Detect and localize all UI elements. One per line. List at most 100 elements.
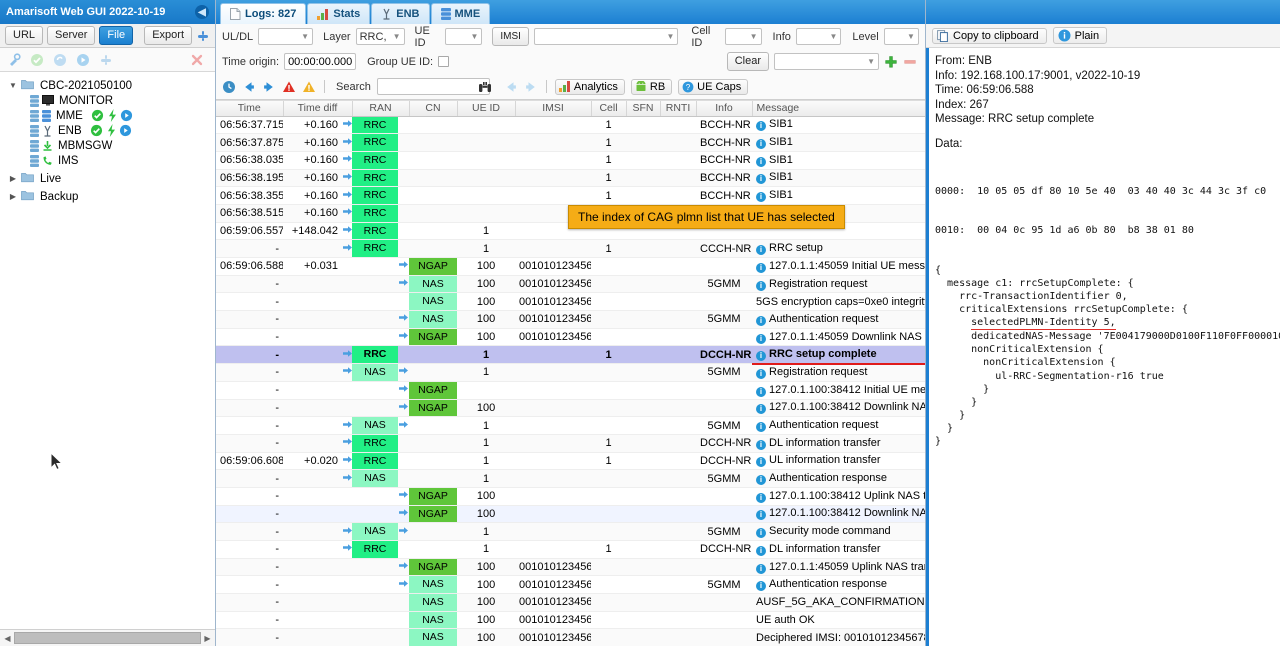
scroll-right-arrow-icon[interactable]: ▶ [201, 632, 214, 645]
table-row[interactable]: - NAS100001010123456789 5GMMiAuthenticatio… [216, 575, 925, 595]
tab-enb[interactable]: ENB [371, 3, 430, 24]
table-row[interactable]: - RRC 1 1 DCCH-NR i DL information transfer [216, 540, 925, 559]
scrollbar-thumb[interactable] [14, 632, 201, 644]
check-circle-icon[interactable] [30, 53, 44, 67]
table-row[interactable]: - NAS100001010123456789 AUSF_5G_AKA_CONFIR… [216, 593, 925, 612]
table-row[interactable]: 06:56:38.355 +0.160 RRC 1 BCCH-NR i SIB1 [216, 186, 925, 205]
url-button[interactable]: URL [5, 26, 44, 45]
table-row[interactable]: 06:59:06.608 +0.020 RRC 1 1 DCCH-NR i UL inform… [216, 452, 925, 471]
search-prev-icon[interactable] [504, 80, 518, 94]
lightning-icon[interactable] [107, 123, 116, 138]
table-row[interactable]: - NAS 1 5GMM i Authentication request [216, 416, 925, 435]
play-circle-icon[interactable] [120, 109, 134, 123]
group-ueid-checkbox[interactable] [438, 56, 450, 67]
tab-logs[interactable]: Logs: 827 [220, 3, 307, 24]
col-time[interactable]: Time [216, 101, 284, 117]
minus-icon[interactable] [903, 55, 917, 69]
col-ran[interactable]: RAN [352, 101, 410, 117]
col-rnti[interactable]: RNTI [660, 101, 697, 117]
tree-item-mbmsgw[interactable]: MBMSGW [2, 138, 215, 153]
twisty-right-icon[interactable]: ▶ [8, 192, 18, 202]
table-row[interactable]: - NGAP100 i127.0.1.100:38412 Downlink NAS … [216, 399, 925, 418]
time-origin-input[interactable]: 00:00:00.000 [284, 53, 357, 70]
table-row[interactable]: - RRC 1 1 DCCH-NR i RRC setup complete [216, 345, 925, 365]
arrow-right-icon[interactable] [262, 80, 276, 94]
clear-button[interactable]: Clear [726, 52, 769, 71]
table-row[interactable]: - NGAP100 i127.0.1.100:38412 Uplink NAS tr… [216, 487, 925, 506]
plug-icon[interactable] [99, 53, 113, 67]
tree-item-backup[interactable]: ▶ Backup [2, 189, 215, 204]
tree-item-cbc[interactable]: ▼ CBC-2021050100 [2, 78, 215, 93]
refresh-icon[interactable] [53, 53, 67, 67]
table-row[interactable]: - NAS 1 5GMM i Registration request [216, 363, 925, 382]
table-row[interactable]: - NAS100001010123456789 5GMMiRegistration … [216, 275, 925, 294]
imsi-button[interactable]: IMSI [492, 27, 529, 46]
play-circle-icon[interactable] [119, 124, 133, 138]
binoculars-icon[interactable] [478, 80, 492, 94]
chevron-left-icon[interactable]: ◀ [195, 5, 209, 19]
col-message[interactable]: Message [752, 101, 925, 117]
search-next-icon[interactable] [524, 80, 538, 94]
log-table-container[interactable]: Time Time diff RAN CN UE ID IMSI Cell SF… [216, 101, 925, 646]
arrow-left-icon[interactable] [242, 80, 256, 94]
server-button[interactable]: Server [47, 26, 96, 45]
table-row[interactable]: - NGAP100 i127.0.1.100:38412 Downlink NAS … [216, 505, 925, 524]
check-circle-icon[interactable] [90, 124, 104, 138]
close-x-icon[interactable] [190, 53, 204, 67]
cellid-select[interactable]: ▼ [724, 28, 762, 45]
tree-item-monitor[interactable]: MONITOR [2, 93, 215, 108]
col-sfn[interactable]: SFN [626, 101, 661, 117]
plug-icon[interactable] [196, 29, 210, 43]
twisty-down-icon[interactable]: ▼ [8, 81, 18, 91]
col-info[interactable]: Info [696, 101, 753, 117]
file-button[interactable]: File [99, 26, 134, 45]
table-row[interactable]: 06:56:38.035 +0.160 RRC 1 BCCH-NR i SIB1 [216, 151, 925, 170]
table-row[interactable]: - NAS 1 5GMM i Security mode command [216, 522, 925, 541]
tab-mme[interactable]: MME [430, 3, 491, 24]
col-ue-id[interactable]: UE ID [457, 101, 516, 117]
table-row[interactable]: 06:56:37.715 +0.160 RRC 1 BCCH-NR i SIB1 [216, 116, 925, 135]
tree-item-mme[interactable]: MME [2, 108, 215, 123]
plus-icon[interactable] [884, 55, 898, 69]
wrench-icon[interactable] [7, 52, 21, 67]
table-row[interactable]: - RRC 1 1 CCCH-NR i RRC setup [216, 239, 925, 258]
layer-select[interactable]: RRC, ▼ [355, 28, 405, 45]
table-row[interactable]: - NAS 1 5GMM i Authentication response [216, 469, 925, 488]
detail-content[interactable]: From: ENB Info: 192.168.100.17:9001, v20… [926, 48, 1280, 646]
sidebar-horizontal-scrollbar[interactable]: ◀ ▶ [0, 629, 215, 646]
uldl-select[interactable]: ▼ [258, 28, 314, 45]
table-row[interactable]: - NAS100001010123456789 5GS encryption cap… [216, 292, 925, 312]
warning-triangle-icon[interactable] [302, 80, 316, 94]
preset-select[interactable]: ▼ [774, 53, 879, 70]
scroll-left-arrow-icon[interactable]: ◀ [1, 632, 14, 645]
table-row[interactable]: - NGAP100001010123456789 i127.0.1.1:45059 … [216, 558, 925, 577]
col-imsi[interactable]: IMSI [515, 101, 592, 117]
rb-button[interactable]: RB [630, 78, 673, 95]
col-cell[interactable]: Cell [591, 101, 627, 117]
tree-item-live[interactable]: ▶ Live [2, 171, 215, 186]
table-row[interactable]: 06:56:37.875 +0.160 RRC 1 BCCH-NR i SIB1 [216, 133, 925, 152]
col-cn[interactable]: CN [409, 101, 458, 117]
ueid-select[interactable]: ▼ [444, 28, 483, 45]
export-button[interactable]: Export [144, 26, 192, 45]
level-select[interactable]: ▼ [883, 28, 919, 45]
table-row[interactable]: - NAS100001010123456789 UE auth OK [216, 611, 925, 630]
table-row[interactable]: - RRC 1 1 DCCH-NR i DL information transfer [216, 434, 925, 453]
table-row[interactable]: 06:59:06.588+0.031 NGAP100001010123456789… [216, 257, 925, 276]
copy-to-clipboard-button[interactable]: Copy to clipboard [932, 27, 1047, 44]
check-circle-icon[interactable] [91, 109, 105, 123]
table-row[interactable]: - NAS100001010123456789 5GMMiAuthenticatio… [216, 310, 925, 329]
search-input[interactable] [376, 78, 490, 95]
play-circle-icon[interactable] [76, 53, 90, 67]
table-row[interactable]: 06:56:38.195 +0.160 RRC 1 BCCH-NR i SIB1 [216, 169, 925, 188]
table-row[interactable]: - NGAP i127.0.1.100:38412 Initial UE messa… [216, 381, 925, 400]
plain-button[interactable]: Plain [1052, 27, 1108, 44]
twisty-right-icon[interactable]: ▶ [8, 174, 18, 184]
ue-caps-button[interactable]: ? UE Caps [678, 78, 749, 95]
error-triangle-icon[interactable] [282, 80, 296, 94]
tab-stats[interactable]: Stats [307, 3, 371, 24]
table-row[interactable]: - NGAP100001010123456789 i127.0.1.1:45059 … [216, 328, 925, 347]
clock-icon[interactable] [222, 80, 236, 94]
lightning-icon[interactable] [108, 108, 117, 123]
tree-item-ims[interactable]: IMS [2, 153, 215, 168]
